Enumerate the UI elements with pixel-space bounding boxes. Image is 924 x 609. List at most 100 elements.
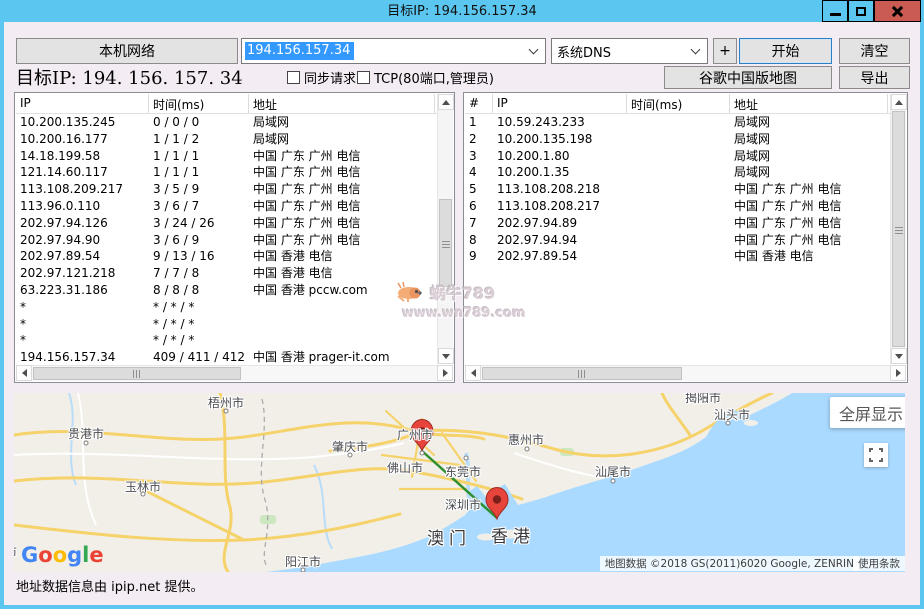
table-row[interactable]: 113.108.209.2173 / 5 / 9中国 广东 广州 电信 bbox=[16, 181, 437, 198]
google-logo-letter: g bbox=[67, 543, 82, 567]
table-row[interactable]: 121.14.60.1171 / 1 / 1中国 广东 广州 电信 bbox=[16, 164, 437, 181]
table-cell: 202.97.89.54 bbox=[493, 248, 627, 265]
scrollbar-thumb[interactable] bbox=[439, 199, 452, 287]
close-button[interactable] bbox=[874, 0, 921, 22]
clear-button[interactable]: 清空 bbox=[839, 38, 910, 64]
city-dot-icon bbox=[703, 398, 708, 403]
table-row[interactable]: 10.200.135.2450 / 0 / 0局域网 bbox=[16, 114, 437, 131]
table-row[interactable]: 310.200.1.80局域网 bbox=[465, 148, 890, 165]
column-header[interactable]: 地址 bbox=[730, 94, 888, 113]
arrow-left-icon bbox=[471, 369, 476, 377]
chevron-down-icon[interactable] bbox=[691, 44, 701, 54]
table-row[interactable]: 202.97.94.903 / 6 / 9中国 广东 广州 电信 bbox=[16, 232, 437, 249]
scroll-down-button[interactable] bbox=[438, 348, 454, 364]
column-header[interactable]: 时间(ms) bbox=[627, 94, 730, 113]
export-button[interactable]: 导出 bbox=[839, 66, 910, 89]
table-row[interactable]: 202.97.121.2187 / 7 / 8中国 香港 电信 bbox=[16, 265, 437, 282]
map-canvas[interactable]: 梧州市贵港市玉林市肇庆市广州市佛山市东莞市惠州市深圳市汕尾市汕头市揭阳市阳江市澳… bbox=[14, 393, 905, 572]
google-logo[interactable]: Google bbox=[21, 543, 104, 567]
table-cell: 中国 广东 广州 电信 bbox=[730, 232, 888, 249]
table-cell: * / * / * bbox=[149, 332, 249, 349]
local-network-button[interactable]: 本机网络 bbox=[16, 38, 238, 64]
table-row[interactable]: 110.59.243.233局域网 bbox=[465, 114, 890, 131]
table-cell: 10.200.135.245 bbox=[16, 114, 149, 131]
scroll-up-button[interactable] bbox=[891, 94, 907, 110]
left-vertical-scrollbar[interactable] bbox=[437, 94, 453, 364]
table-cell: * bbox=[16, 332, 149, 349]
table-row[interactable]: ** / * / * bbox=[16, 332, 437, 349]
table-cell: 14.18.199.58 bbox=[16, 148, 149, 165]
map-city-label: 贵港市 bbox=[68, 425, 104, 442]
sync-request-checkbox[interactable]: 同步请求 bbox=[287, 68, 356, 87]
table-row[interactable]: ** / * / * bbox=[16, 299, 437, 316]
sea-shape bbox=[266, 393, 905, 572]
table-cell: 中国 香港 pccw.com bbox=[249, 282, 435, 299]
right-vertical-scrollbar[interactable] bbox=[890, 94, 906, 364]
scrollbar-thumb[interactable] bbox=[892, 111, 905, 347]
table-cell: 中国 广东 广州 电信 bbox=[249, 181, 435, 198]
left-horizontal-scrollbar[interactable] bbox=[16, 365, 453, 381]
table-cell: 局域网 bbox=[730, 131, 888, 148]
maximize-button[interactable] bbox=[848, 0, 874, 22]
chevron-down-icon[interactable] bbox=[529, 44, 539, 54]
table-cell: 9 bbox=[465, 248, 493, 265]
column-header[interactable]: IP bbox=[493, 94, 627, 113]
scrollbar-thumb[interactable] bbox=[33, 367, 241, 380]
dns-combobox[interactable]: 系统DNS bbox=[551, 38, 708, 64]
fullscreen-display-button[interactable]: 全屏显示 bbox=[830, 397, 905, 428]
column-header[interactable]: 时间(ms) bbox=[149, 94, 249, 113]
table-row[interactable]: 14.18.199.581 / 1 / 1中国 广东 广州 电信 bbox=[16, 148, 437, 165]
tcp-checkbox[interactable]: TCP(80端口,管理员) bbox=[357, 68, 494, 87]
google-china-map-button[interactable]: 谷歌中国版地图 bbox=[664, 66, 832, 89]
minimize-button[interactable] bbox=[822, 0, 848, 22]
grip-icon bbox=[895, 225, 903, 234]
checkbox-icon[interactable] bbox=[357, 71, 370, 84]
tcp-checkbox-label: TCP(80端口,管理员) bbox=[374, 68, 494, 87]
title-bar[interactable]: 目标IP: 194.156.157.34 bbox=[0, 0, 924, 22]
table-row[interactable]: 7202.97.94.89中国 广东 广州 电信 bbox=[465, 215, 890, 232]
table-cell: 局域网 bbox=[249, 114, 435, 131]
scroll-right-button[interactable] bbox=[437, 365, 453, 381]
trace-result-list-right[interactable]: #IP时间(ms)地址 110.59.243.233局域网210.200.135… bbox=[463, 92, 908, 383]
table-row[interactable]: 113.96.0.1103 / 6 / 7中国 广东 广州 电信 bbox=[16, 198, 437, 215]
table-row[interactable]: 202.97.89.549 / 13 / 16中国 香港 电信 bbox=[16, 248, 437, 265]
table-row[interactable]: 5113.108.208.218中国 广东 广州 电信 bbox=[465, 181, 890, 198]
table-cell: 10.200.16.177 bbox=[16, 131, 149, 148]
scroll-left-button[interactable] bbox=[465, 365, 481, 381]
table-row[interactable]: 202.97.94.1263 / 24 / 26中国 广东 广州 电信 bbox=[16, 215, 437, 232]
table-row[interactable]: 10.200.16.1771 / 1 / 2局域网 bbox=[16, 131, 437, 148]
scroll-down-button[interactable] bbox=[891, 348, 907, 364]
city-dot-icon bbox=[611, 479, 616, 484]
table-cell: 中国 广东 广州 电信 bbox=[249, 198, 435, 215]
column-header[interactable]: IP bbox=[16, 94, 149, 113]
scroll-left-button[interactable] bbox=[16, 365, 32, 381]
table-cell: 202.97.94.90 bbox=[16, 232, 149, 249]
trace-result-list-left[interactable]: IP时间(ms)地址 10.200.135.2450 / 0 / 0局域网10.… bbox=[14, 92, 455, 383]
table-row[interactable]: 9202.97.89.54中国 香港 电信 bbox=[465, 248, 890, 265]
table-row[interactable]: ** / * / * bbox=[16, 316, 437, 333]
scrollbar-thumb[interactable] bbox=[482, 367, 682, 380]
fullscreen-icon-button[interactable] bbox=[864, 443, 888, 467]
column-header[interactable]: 地址 bbox=[249, 94, 435, 113]
table-cell bbox=[627, 198, 730, 215]
table-row[interactable]: 6113.108.208.217中国 广东 广州 电信 bbox=[465, 198, 890, 215]
table-cell: 中国 广东 广州 电信 bbox=[249, 148, 435, 165]
checkbox-icon[interactable] bbox=[287, 71, 300, 84]
table-row[interactable]: 63.223.31.1868 / 8 / 8中国 香港 pccw.com bbox=[16, 282, 437, 299]
target-ip-combobox[interactable]: 194.156.157.34 bbox=[241, 38, 546, 64]
table-row[interactable]: 210.200.135.198局域网 bbox=[465, 131, 890, 148]
table-row[interactable]: 8202.97.94.94中国 广东 广州 电信 bbox=[465, 232, 890, 249]
column-header[interactable]: # bbox=[465, 94, 493, 113]
table-row[interactable]: 410.200.1.35局域网 bbox=[465, 164, 890, 181]
table-row[interactable]: 194.156.157.34409 / 411 / 412中国 香港 prage… bbox=[16, 349, 437, 364]
table-cell: 7 bbox=[465, 215, 493, 232]
terms-link[interactable]: 使用条款 bbox=[853, 556, 905, 571]
table-cell: 局域网 bbox=[249, 131, 435, 148]
right-horizontal-scrollbar[interactable] bbox=[465, 365, 906, 381]
client-area: 本机网络 194.156.157.34 系统DNS + 开始 清空 目标IP: … bbox=[4, 22, 920, 605]
add-button[interactable]: + bbox=[713, 38, 737, 64]
scroll-right-button[interactable] bbox=[890, 365, 906, 381]
scroll-up-button[interactable] bbox=[438, 94, 454, 110]
table-cell: 中国 香港 prager-it.com bbox=[249, 349, 435, 364]
start-button[interactable]: 开始 bbox=[739, 38, 832, 64]
